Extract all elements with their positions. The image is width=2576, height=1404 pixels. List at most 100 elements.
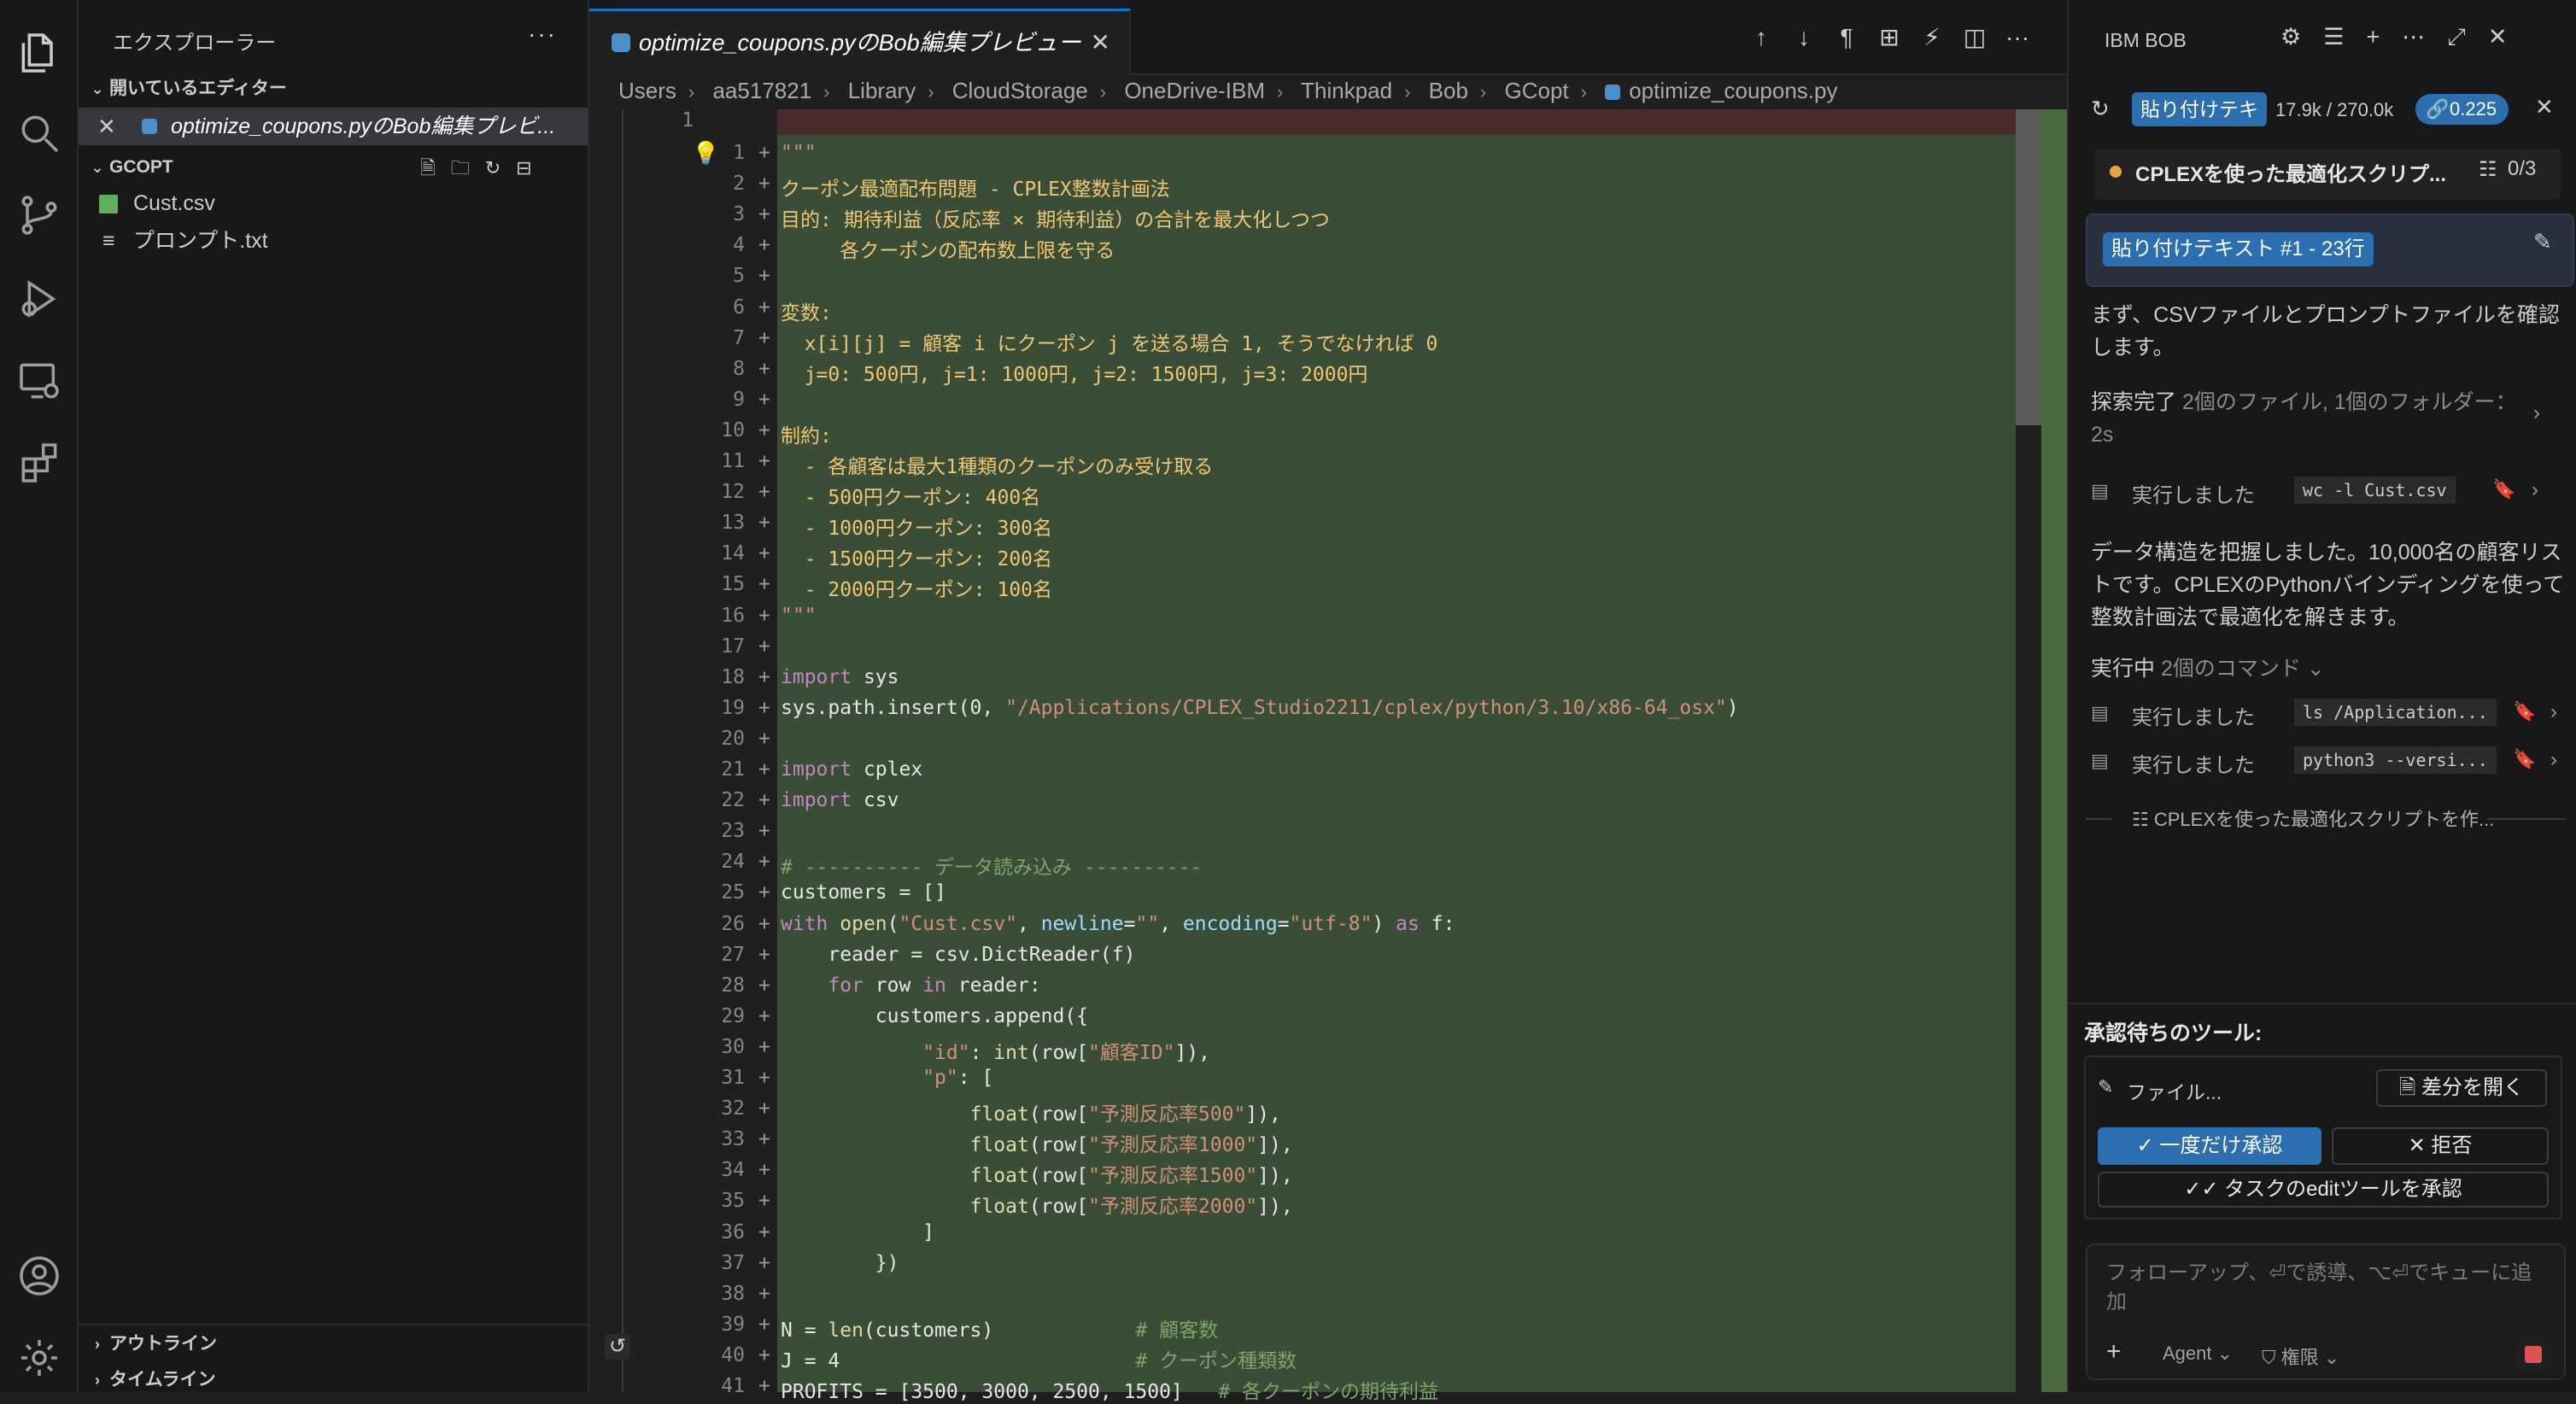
search-icon[interactable] (15, 109, 63, 157)
arrow-down-icon[interactable]: ↓ (1787, 20, 1821, 55)
file-item-prompt-txt[interactable]: ≡ プロンプト.txt (99, 222, 268, 260)
close-icon[interactable]: ✕ (1091, 11, 1110, 74)
breadcrumb-item[interactable]: Users (618, 78, 676, 103)
approve-once-button[interactable]: ✓ 一度だけ承認 (2098, 1127, 2321, 1165)
code-line[interactable]: x[i][j] = 顧客 i にクーポン j を送る場合 1, そうでなければ … (781, 327, 1438, 356)
pasted-text-card[interactable]: 貼り付けテキスト #1 - 23行 ✎ (2086, 214, 2574, 287)
explorer-icon[interactable] (15, 29, 63, 77)
code-line[interactable]: sys.path.insert(0, "/Applications/CPLEX_… (781, 697, 1739, 719)
code-line[interactable]: j=0: 500円, j=1: 1000円, j=2: 1500円, j=3: … (781, 358, 1368, 387)
editor-tab[interactable]: optimize_coupons.pyのBob編集プレビュー ✕ (589, 9, 1131, 75)
code-line[interactable]: クーポン最適配布問題 - CPLEX整数計画法 (781, 173, 1170, 202)
account-icon[interactable] (15, 1252, 63, 1300)
agent-mode-select[interactable]: Agent ⌄ (2163, 1343, 2233, 1365)
settings-gear-icon[interactable]: ⚙ (2280, 24, 2323, 50)
code-line[interactable]: PROFITS = [3500, 3000, 2500, 1500] # 各クー… (781, 1375, 1438, 1404)
new-file-icon[interactable]: 🗎 (420, 157, 451, 178)
edit-user-icon[interactable]: ✎ (2533, 229, 2552, 255)
code-line[interactable]: - 1500円クーポン: 200名 (781, 542, 1052, 571)
collapse-all-icon[interactable]: ⊟ (516, 157, 547, 178)
paste-chip[interactable]: 貼り付けテキ (2132, 92, 2267, 126)
code-line[interactable]: 制約: (781, 419, 832, 448)
code-line[interactable]: """ (781, 142, 817, 164)
breadcrumb-item[interactable]: optimize_coupons.py (1629, 78, 1837, 103)
code-line[interactable]: for row in reader: (781, 974, 1040, 997)
explore-status[interactable]: 探索完了 2個のファイル, 1個のフォルダー：2s (2091, 386, 2535, 451)
code-line[interactable]: reader = csv.DictReader(f) (781, 944, 1135, 966)
code-line[interactable]: J = 4 # クーポン種類数 (781, 1344, 1297, 1373)
bookmark-icon[interactable]: 🔖 (2492, 478, 2515, 500)
open-diff-button[interactable]: 🗎 差分を開く (2376, 1069, 2547, 1107)
revert-icon[interactable]: ↺ (605, 1334, 630, 1360)
add-icon[interactable]: + (2366, 24, 2402, 50)
close-icon[interactable]: ✕ (97, 108, 116, 145)
split-editor-icon[interactable]: ◫ (1958, 20, 1992, 55)
open-editor-item[interactable]: ✕ optimize_coupons.pyのBob編集プレビ... (79, 108, 588, 145)
paragraph-icon[interactable]: ¶ (1830, 20, 1864, 55)
breadcrumb-item[interactable]: Bob (1429, 78, 1468, 103)
outline-section[interactable]: › アウトライン (85, 1327, 581, 1361)
code-line[interactable]: with open("Cust.csv", newline="", encodi… (781, 913, 1455, 935)
code-line[interactable]: customers.append({ (781, 1005, 1088, 1027)
reject-button[interactable]: ✕ 拒否 (2332, 1127, 2549, 1165)
code-line[interactable]: import sys (781, 666, 899, 688)
magic-wand-icon[interactable]: ⚡ (1915, 20, 1949, 55)
code-line[interactable]: - 1000円クーポン: 300名 (781, 512, 1052, 541)
settings-gear-icon[interactable] (15, 1334, 63, 1382)
breadcrumb-item[interactable]: CloudStorage (952, 78, 1088, 103)
code-line[interactable]: 各クーポンの配布数上限を守る (781, 234, 1115, 263)
open-editors-section[interactable]: ⌄ 開いているエディター (85, 72, 581, 106)
bookmark-icon[interactable]: 🔖 (2513, 748, 2536, 770)
code-line[interactable]: float(row["予測反応率1000"]), (781, 1128, 1293, 1157)
chat-input[interactable]: フォローアップ、⏎で誘導、⌥⏎でキューに追加 + Agent ⌄ ⛉ 権限 ⌄ (2086, 1243, 2566, 1380)
breadcrumb-item[interactable]: GCopt (1504, 78, 1568, 103)
breadcrumb-item[interactable]: Thinkpad (1301, 78, 1392, 103)
code-line[interactable]: customers = [] (781, 881, 946, 904)
task-header[interactable]: CPLEXを使った最適化スクリプ... ☷ 0/3 (2094, 149, 2561, 200)
timeline-section[interactable]: › タイムライン (85, 1363, 581, 1397)
code-line[interactable]: 目的: 期待利益（反応率 × 期待利益）の合計を最大化しつつ (781, 203, 1330, 232)
approve-edit-tool-button[interactable]: ✓✓ タスクのeditツールを承認 (2098, 1172, 2549, 1208)
breadcrumb-item[interactable]: aa517821 (712, 78, 811, 103)
code-line[interactable]: "id": int(row["顧客ID"]), (781, 1036, 1210, 1065)
more-actions-icon[interactable]: ⋯ (2402, 24, 2447, 50)
breadcrumb-item[interactable]: OneDrive-IBM (1124, 78, 1265, 103)
stop-button[interactable] (2516, 1337, 2550, 1372)
add-context-icon[interactable]: + (2106, 1337, 2122, 1366)
file-item-cust-csv[interactable]: Cust.csv (99, 184, 215, 222)
command-row-1[interactable]: ▤ 実行しました wc -l Cust.csv 🔖 › (2091, 477, 2566, 511)
map-icon[interactable]: ⊞ (1872, 20, 1906, 55)
code-line[interactable]: "p": [ (781, 1067, 993, 1089)
command-row-3[interactable]: ▤ 実行しました python3 --versi... 🔖 › (2091, 746, 2566, 781)
code-line[interactable]: import csv (781, 789, 899, 811)
code-line[interactable]: - 2000円クーポン: 100名 (781, 573, 1052, 602)
code-line[interactable]: # ---------- データ読み込み ---------- (781, 851, 1202, 880)
code-line[interactable]: """ (781, 605, 817, 627)
maximize-icon[interactable]: ⤢ (2447, 24, 2488, 50)
close-icon[interactable]: ✕ (2535, 94, 2554, 120)
run-debug-icon[interactable] (15, 275, 63, 323)
remote-explorer-icon[interactable] (15, 357, 63, 405)
code-line[interactable]: - 500円クーポン: 400名 (781, 481, 1040, 510)
bookmark-icon[interactable]: 🔖 (2513, 700, 2536, 722)
source-control-icon[interactable] (15, 191, 63, 239)
code-line[interactable]: }) (781, 1252, 899, 1274)
code-line[interactable]: float(row["予測反応率2000"]), (781, 1190, 1293, 1219)
arrow-up-icon[interactable]: ↑ (1744, 20, 1778, 55)
code-line[interactable]: N = len(customers) # 顧客数 (781, 1313, 1218, 1343)
refresh-icon[interactable]: ↻ (485, 157, 516, 178)
running-status[interactable]: 実行中 2個のコマンド ⌄ (2091, 652, 2325, 685)
task-list-icon[interactable]: ☰ (2323, 24, 2366, 50)
more-actions-icon[interactable]: ··· (528, 20, 557, 48)
code-line[interactable]: import cplex (781, 758, 922, 781)
more-actions-icon[interactable]: ··· (2000, 20, 2034, 55)
breadcrumb-item[interactable]: Library (848, 78, 916, 103)
code-line[interactable]: float(row["予測反応率500"]), (781, 1097, 1281, 1126)
permissions-select[interactable]: ⛉ 権限 ⌄ (2262, 1343, 2339, 1370)
new-folder-icon[interactable]: 🗀 (451, 157, 485, 178)
scrollbar-thumb[interactable] (2016, 109, 2041, 425)
code-line[interactable]: - 各顧客は最大1種類のクーポンのみ受け取る (781, 450, 1214, 479)
code-line[interactable]: float(row["予測反応率1500"]), (781, 1159, 1293, 1188)
close-icon[interactable]: ✕ (2488, 24, 2530, 50)
code-line[interactable]: 変数: (781, 296, 832, 325)
